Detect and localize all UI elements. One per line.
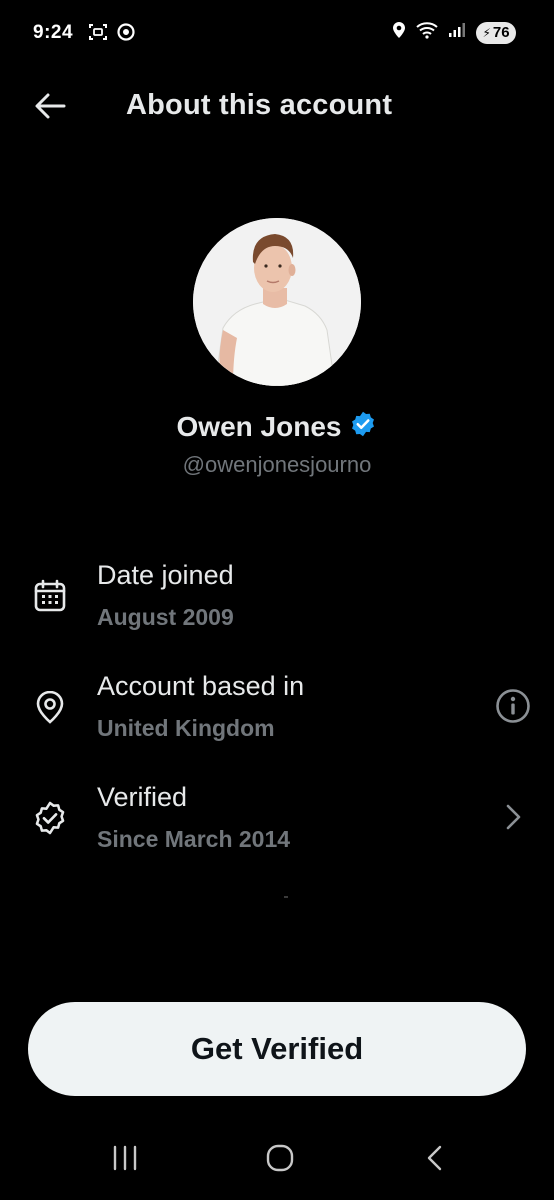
verified-badge-icon [349, 410, 377, 443]
sync-icon [116, 22, 136, 47]
chevron-right-icon [502, 802, 524, 837]
info-icon [495, 688, 531, 729]
avatar[interactable] [193, 218, 361, 386]
recent-apps-button[interactable] [95, 1140, 155, 1180]
info-row-verified[interactable]: Verified Since March 2014 [0, 782, 554, 872]
page-title: About this account [126, 89, 393, 121]
calendar-icon [30, 576, 70, 616]
status-left-icons [88, 22, 136, 47]
system-nav-bar [0, 1126, 554, 1200]
divider [284, 896, 288, 898]
info-title: Account based in [97, 671, 305, 701]
get-verified-button[interactable]: Get Verified [28, 1002, 526, 1096]
profile-name: Owen Jones [176, 410, 342, 442]
battery-indicator: ⚡ 76 [476, 21, 516, 44]
wifi-icon [416, 21, 438, 44]
status-time: 9:24 [33, 22, 74, 43]
status-bar: 9:24 ⚡ 76 [0, 0, 554, 66]
profile-handle: @owenjonesjourno [182, 452, 372, 477]
home-icon [265, 1143, 295, 1178]
verified-detail-button[interactable] [494, 800, 532, 838]
back-icon [424, 1143, 446, 1178]
info-value: August 2009 [97, 604, 234, 630]
info-row-account-based-in: Account based in United Kingdom [0, 671, 554, 761]
info-row-date-joined: Date joined August 2009 [0, 560, 554, 650]
info-button[interactable] [494, 688, 532, 729]
info-value: United Kingdom [97, 715, 275, 741]
info-title: Date joined [97, 560, 234, 590]
battery-level: 76 [492, 24, 510, 41]
info-value: Since March 2014 [97, 826, 291, 852]
screenshot-icon [88, 22, 108, 47]
charging-icon: ⚡ [482, 25, 491, 40]
location-pin-icon [30, 687, 70, 727]
profile-name-row: Owen Jones [0, 410, 554, 443]
header: About this account [0, 80, 554, 136]
recent-apps-icon [110, 1145, 140, 1176]
system-back-button[interactable] [405, 1140, 465, 1180]
home-button[interactable] [250, 1140, 310, 1180]
location-icon [392, 21, 406, 44]
signal-icon [448, 22, 466, 43]
status-right-icons: ⚡ 76 [392, 21, 516, 44]
back-button[interactable] [30, 90, 70, 126]
arrow-left-icon [34, 92, 66, 125]
info-title: Verified [97, 782, 188, 812]
verified-badge-outline-icon [30, 798, 70, 838]
